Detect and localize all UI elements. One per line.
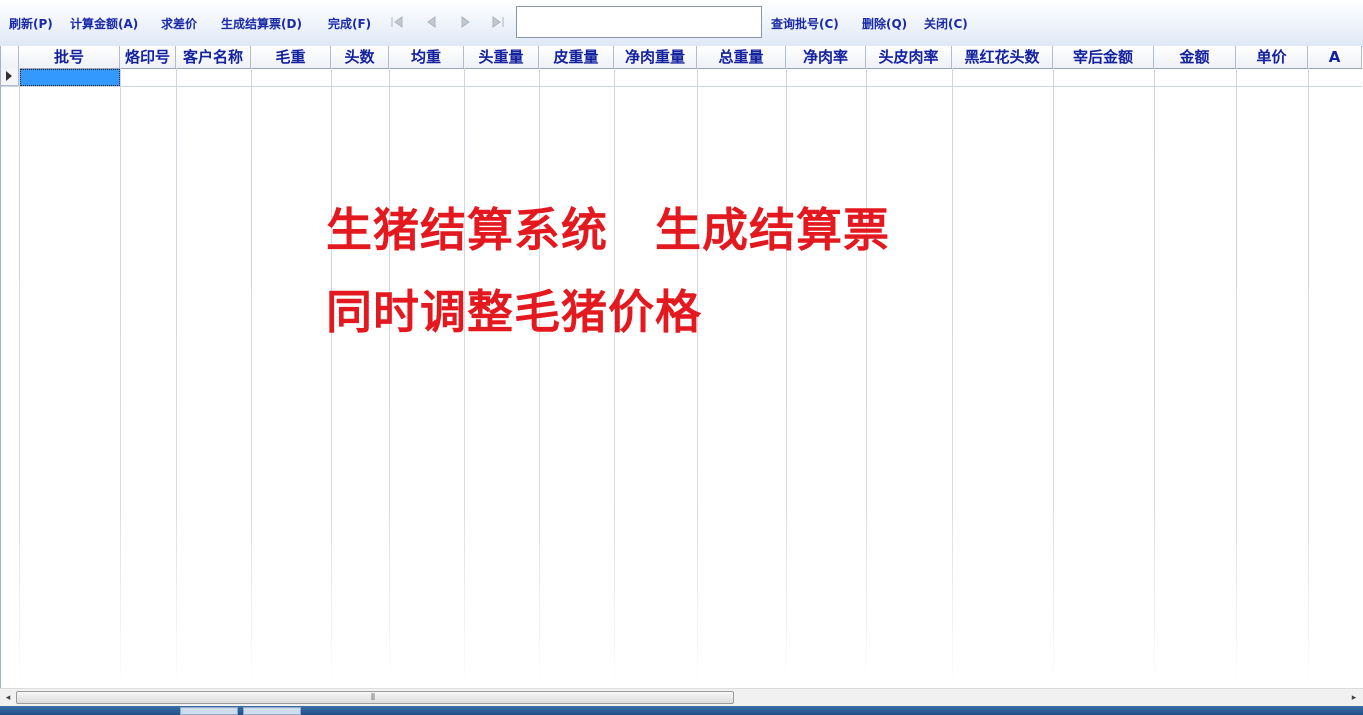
column-header-amount[interactable]: 金额 (1154, 46, 1236, 68)
column-header-head-skin-meat-rate[interactable]: 头皮肉率 (866, 46, 952, 68)
grid-line (1053, 68, 1054, 688)
grid-line (697, 68, 698, 688)
table-row-divider (1, 86, 1362, 87)
taskbar (0, 706, 1363, 715)
search-input[interactable] (516, 6, 762, 38)
refresh-button[interactable]: 刷新(P) (9, 16, 53, 32)
grid-line (786, 68, 787, 688)
last-record-icon[interactable] (490, 14, 506, 30)
grid-line (331, 68, 332, 688)
selected-cell[interactable] (20, 69, 120, 86)
delete-button[interactable]: 删除(Q) (862, 16, 907, 32)
column-header-total-weight[interactable]: 总重量 (697, 46, 786, 68)
overlay-caption-line-1: 生猪结算系统 生成结算票 (326, 203, 890, 257)
next-record-icon[interactable] (457, 14, 473, 30)
taskbar-item[interactable] (180, 707, 238, 715)
column-header-unit-price[interactable]: 单价 (1236, 46, 1308, 68)
current-row-arrow-icon (6, 71, 12, 81)
column-header-post-slaughter-amount[interactable]: 宰后金额 (1053, 46, 1154, 68)
column-header-head-count[interactable]: 头数 (331, 46, 389, 68)
grid-line (176, 68, 177, 688)
grid-line (19, 68, 20, 688)
row-indicator[interactable] (1, 68, 19, 86)
first-record-icon[interactable] (389, 14, 405, 30)
column-header-gross-weight[interactable]: 毛重 (251, 46, 331, 68)
taskbar-item[interactable] (243, 707, 301, 715)
grid-line (1308, 68, 1309, 688)
calc-amount-button[interactable]: 计算金额(A) (70, 16, 138, 32)
toolbar: 刷新(P) 计算金额(A) 求差价 生成结算票(D) 完成(F) 查询批号(C)… (0, 0, 1363, 47)
grid-line (614, 68, 615, 688)
row-indicator-header (1, 46, 19, 68)
scroll-left-icon[interactable]: ◂ (2, 692, 14, 704)
generate-ticket-button[interactable]: 生成结算票(D) (221, 16, 302, 32)
column-header-average-weight[interactable]: 均重 (389, 46, 464, 68)
complete-button[interactable]: 完成(F) (328, 16, 371, 32)
column-header-head-weight[interactable]: 头重量 (464, 46, 539, 68)
column-header-brand-no[interactable]: 烙印号 (120, 46, 176, 68)
grid-line (389, 68, 390, 688)
close-button[interactable]: 关闭(C) (924, 16, 968, 32)
column-header-net-meat-weight[interactable]: 净肉重量 (614, 46, 697, 68)
grid-line (1154, 68, 1155, 688)
grid-line (464, 68, 465, 688)
query-batch-button[interactable]: 查询批号(C) (771, 16, 839, 32)
previous-record-icon[interactable] (424, 14, 440, 30)
overlay-caption-line-2: 同时调整毛猪价格 (326, 285, 702, 339)
column-header-skin-weight[interactable]: 皮重量 (539, 46, 614, 68)
grid-line (866, 68, 867, 688)
column-header-batch-no[interactable]: 批号 (19, 46, 120, 68)
column-header-customer-name[interactable]: 客户名称 (176, 46, 251, 68)
price-diff-button[interactable]: 求差价 (161, 16, 197, 32)
data-grid[interactable]: 批号 烙印号 客户名称 毛重 头数 均重 头重量 皮重量 净肉重量 总重量 净肉… (0, 46, 1362, 688)
grid-line (120, 68, 121, 688)
grid-line (251, 68, 252, 688)
column-header-a[interactable]: A (1308, 46, 1362, 68)
column-header-black-red-count[interactable]: 黑红花头数 (952, 46, 1053, 68)
grid-line (539, 68, 540, 688)
grid-line (1236, 68, 1237, 688)
grip-icon: ⦀ (371, 693, 375, 703)
scrollbar-thumb[interactable]: ⦀ (16, 691, 734, 704)
scroll-right-icon[interactable]: ▸ (1348, 692, 1360, 704)
horizontal-scrollbar[interactable]: ◂ ⦀ ▸ (0, 688, 1363, 707)
column-header-net-meat-rate[interactable]: 净肉率 (786, 46, 866, 68)
grid-line (952, 68, 953, 688)
grid-header: 批号 烙印号 客户名称 毛重 头数 均重 头重量 皮重量 净肉重量 总重量 净肉… (1, 46, 1362, 69)
